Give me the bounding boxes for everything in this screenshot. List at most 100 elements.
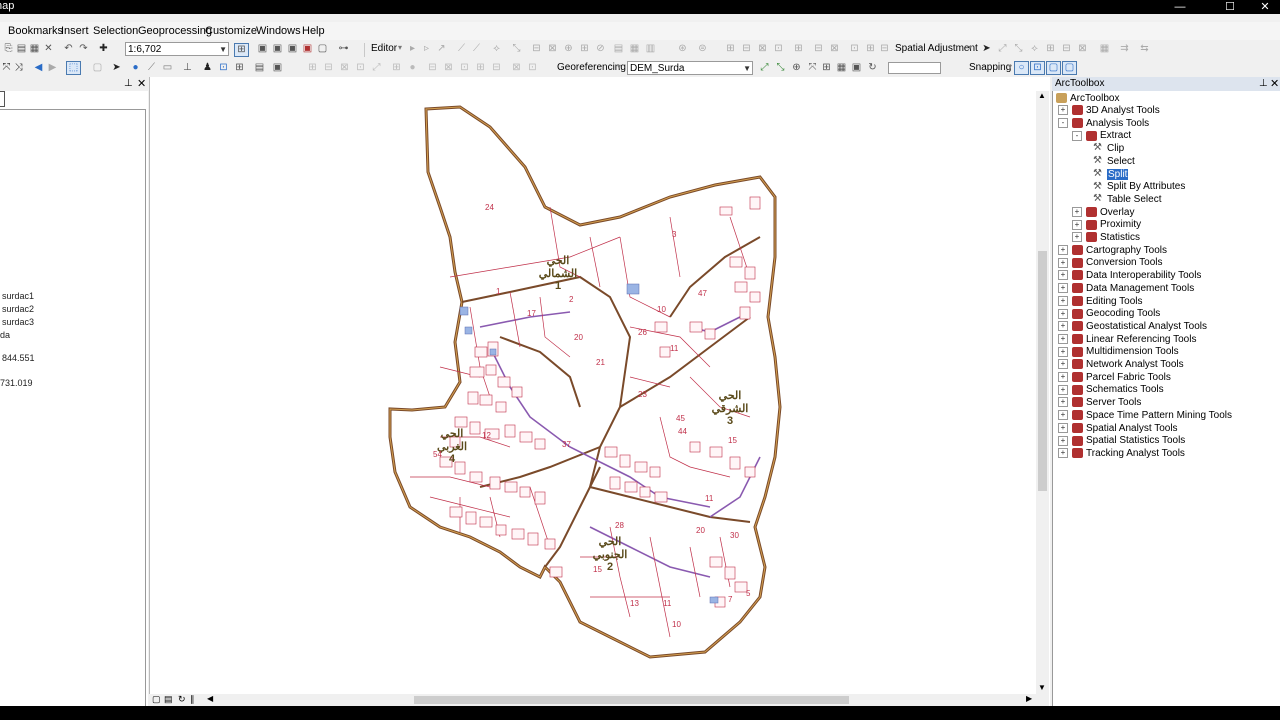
edit-vertices-icon[interactable]: ⟡ — [490, 43, 503, 55]
minimize-icon[interactable]: — — [1165, 0, 1195, 14]
end-snapping-icon[interactable]: ⊡ — [1030, 61, 1045, 75]
toolbox-item[interactable]: ⚒ Table Select — [1093, 194, 1161, 205]
expand-icon[interactable]: + — [1058, 257, 1068, 268]
expand-icon[interactable]: + — [1058, 245, 1068, 256]
georeferencing-menu[interactable]: Georeferencing — [557, 62, 626, 73]
close-icon[interactable]: ✕ — [1270, 77, 1279, 90]
forward-icon[interactable]: ▶ — [46, 62, 59, 74]
attributes-icon[interactable]: ⊞ — [578, 43, 591, 55]
select-features-icon[interactable]: ⬚ — [66, 61, 81, 75]
attribute-transfer-icon[interactable]: ⇉ — [1118, 43, 1131, 55]
georef-layer-combo[interactable]: DEM_Surda ▼ — [627, 61, 753, 75]
scale-icon[interactable]: ⤧ — [806, 62, 819, 74]
toolbox-item[interactable]: + Data Interoperability Tools — [1058, 270, 1201, 281]
sketch-tool-icon[interactable]: ⟋ — [455, 43, 468, 55]
georef-tool5-icon[interactable]: ⊟ — [490, 62, 503, 74]
georef-table-icon[interactable]: ● — [406, 62, 419, 74]
toolbox-item[interactable]: + Network Analyst Tools — [1058, 359, 1184, 370]
toc-layer-label[interactable]: surdac2 — [2, 304, 34, 314]
menu-insert[interactable]: Insert — [61, 25, 89, 37]
time-slider-icon[interactable]: ▤ — [253, 62, 266, 74]
pause-icon[interactable]: ∥ — [190, 694, 195, 705]
reshape-edge-icon[interactable]: ⊞ — [864, 43, 877, 55]
toolbox-item[interactable]: + Linear Referencing Tools — [1058, 334, 1196, 345]
modify-link-icon[interactable]: ⤡ — [1012, 43, 1025, 55]
back-icon[interactable]: ◀ — [32, 62, 45, 74]
expand-icon[interactable]: + — [1058, 105, 1068, 116]
toolbox-item[interactable]: + Parcel Fabric Tools — [1058, 372, 1171, 383]
expand-icon[interactable]: + — [1058, 448, 1068, 459]
html-popup-icon[interactable]: ⟋ — [145, 62, 158, 74]
arctoolbox-icon[interactable]: ▣ — [301, 43, 314, 55]
toolbox-item[interactable]: + Spatial Statistics Tools — [1058, 435, 1185, 446]
toc-tab[interactable] — [0, 91, 5, 107]
toc-layer-label[interactable]: da — [0, 330, 10, 340]
topology-tool-icon[interactable]: ⊠ — [828, 43, 841, 55]
georef-tool4-icon[interactable]: ⊞ — [474, 62, 487, 74]
add-data-icon[interactable]: ✚ — [97, 43, 110, 55]
rotation-input[interactable] — [888, 62, 941, 74]
horizontal-scroll-thumb[interactable] — [414, 696, 849, 704]
toolbox-item[interactable]: + Geostatistical Analyst Tools — [1058, 321, 1207, 332]
create-viewer-icon[interactable]: ▣ — [271, 62, 284, 74]
maximize-icon[interactable]: ☐ — [1215, 0, 1245, 14]
expand-icon[interactable]: + — [1058, 410, 1068, 421]
toolbox-root[interactable]: ArcToolbox — [1056, 93, 1119, 104]
scroll-right-icon[interactable]: ▶ — [1026, 694, 1032, 703]
menu-selection[interactable]: Selection — [93, 25, 138, 37]
menu-geoprocessing[interactable]: Geoprocessing — [138, 25, 212, 37]
adjust-icon[interactable]: ⊞ — [724, 43, 737, 55]
toolbox-item[interactable]: + Data Management Tools — [1058, 283, 1194, 294]
editor-toolbar-icon[interactable]: ⊞ — [234, 43, 249, 57]
sketch-properties-icon[interactable]: ⊘ — [594, 43, 607, 55]
python-icon[interactable]: ▣ — [286, 43, 299, 55]
trace-tool-icon[interactable]: ⟋ — [470, 43, 483, 55]
table-icon[interactable]: ▦ — [628, 43, 641, 55]
reshape-icon[interactable]: ⤡ — [510, 43, 523, 55]
close-icon[interactable]: ✕ — [137, 77, 146, 90]
edge-snapping-icon[interactable]: ▢ — [1062, 61, 1077, 75]
toolbox-item[interactable]: + Multidimension Tools — [1058, 346, 1179, 357]
measure-icon[interactable]: ⊥ — [181, 62, 194, 74]
scroll-thumb[interactable] — [1038, 251, 1047, 491]
scroll-down-icon[interactable]: ▼ — [1038, 683, 1046, 692]
toolbox-item[interactable]: + Conversion Tools — [1058, 257, 1163, 268]
model-builder-icon[interactable]: ⊶ — [337, 43, 350, 55]
create-features-icon[interactable]: ▤ — [612, 43, 625, 55]
shared-edges-icon[interactable]: ⊞ — [792, 43, 805, 55]
toolbox-item[interactable]: + Tracking Analyst Tools — [1058, 448, 1185, 459]
collapse-icon[interactable]: - — [1072, 130, 1082, 141]
go-to-xy-icon[interactable]: ⊞ — [233, 62, 246, 74]
toolbox-item[interactable]: + Schematics Tools — [1058, 384, 1164, 395]
georef-tool7-icon[interactable]: ⊡ — [526, 62, 539, 74]
undo-icon[interactable]: ↶ — [62, 43, 75, 55]
vertex-snapping-icon[interactable]: ▢ — [1046, 61, 1061, 75]
scroll-left-icon[interactable]: ◀ — [207, 694, 213, 703]
menu-windows[interactable]: Windows — [256, 25, 301, 37]
scroll-up-icon[interactable]: ▲ — [1038, 91, 1046, 100]
map-display[interactable]: الحي الشمالي 1 الحي الشرقي 3 الحي الغربي… — [149, 77, 1050, 706]
find-icon[interactable]: ♟ — [201, 62, 214, 74]
copy-icon[interactable]: ⎘ — [2, 43, 15, 55]
toolbox-item[interactable]: + Geocoding Tools — [1058, 308, 1160, 319]
toc-layer-label[interactable]: surdac1 — [2, 291, 34, 301]
toolbox-icon[interactable]: ▣ — [271, 43, 284, 55]
catalog-icon[interactable]: ▣ — [256, 43, 269, 55]
toolbox-item[interactable]: + Server Tools — [1058, 397, 1141, 408]
georef-view-icon[interactable]: ⊞ — [390, 62, 403, 74]
expand-icon[interactable]: + — [1072, 232, 1082, 243]
straight-segment-icon[interactable]: ↗ — [435, 43, 448, 55]
pin-icon[interactable]: ⊥ — [124, 78, 133, 89]
shift-icon[interactable]: ⊕ — [790, 62, 803, 74]
toolbox-item[interactable]: + Statistics — [1072, 232, 1140, 243]
expand-icon[interactable]: + — [1058, 295, 1068, 306]
georef-rotate-icon[interactable]: ⊟ — [322, 62, 335, 74]
view-link-table2-icon[interactable]: ▦ — [835, 62, 848, 74]
hyperlink-icon[interactable]: ▭ — [161, 62, 174, 74]
expand-icon[interactable]: + — [1058, 308, 1068, 319]
find-route-icon[interactable]: ⊡ — [217, 62, 230, 74]
rotate-icon[interactable]: ⊕ — [562, 43, 575, 55]
pin-icon[interactable]: ⊥ — [1259, 78, 1268, 89]
edge-match-icon[interactable]: ⇆ — [1138, 43, 1151, 55]
collapse-icon[interactable]: - — [1058, 118, 1068, 129]
